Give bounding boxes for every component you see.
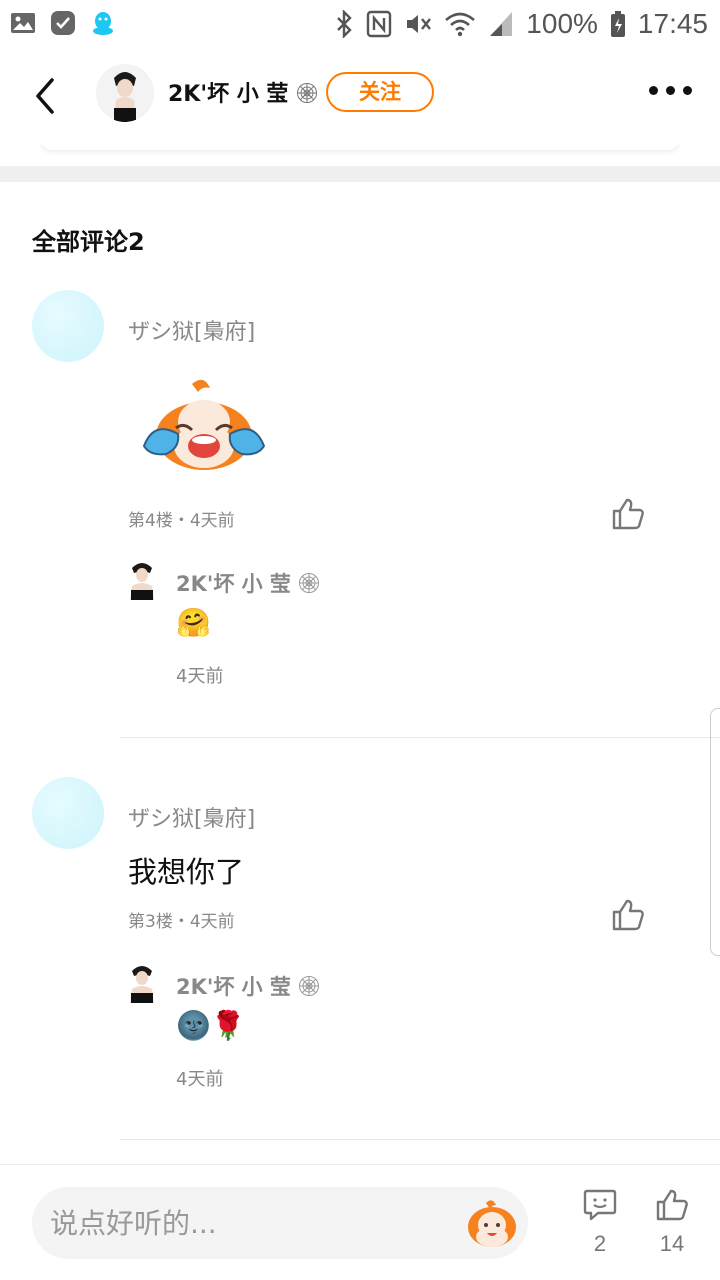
comment-floor-time: 第4楼・4天前 [128, 511, 235, 531]
commenter-avatar[interactable] [32, 777, 104, 849]
comment-separator [120, 1139, 720, 1140]
back-arrow-icon[interactable] [30, 76, 60, 116]
like-icon [656, 1189, 688, 1221]
battery-percent: 100% [526, 8, 598, 39]
commenter-avatar[interactable] [32, 290, 104, 362]
spiderweb-icon [299, 976, 320, 996]
side-drawer-handle[interactable] [710, 708, 720, 956]
mute-icon [407, 15, 432, 33]
comment-floor-time: 第3楼・4天前 [128, 912, 235, 932]
emoji-sticker-icon[interactable] [464, 1195, 520, 1251]
wifi-icon [445, 12, 476, 37]
replier-name[interactable]: 2K'坏 小 莹 [176, 568, 320, 598]
reply-time: 4天前 [176, 1069, 224, 1090]
more-options-icon[interactable] [649, 86, 692, 95]
battery-charging-icon [610, 11, 625, 37]
comment-count-button[interactable]: 2 [570, 1187, 630, 1257]
post-card-edge [40, 138, 680, 150]
like-icon[interactable] [610, 496, 646, 532]
like-count: 14 [659, 1231, 685, 1256]
clock-app-icon [51, 11, 75, 35]
comments-section-title: 全部评论2 [32, 228, 145, 256]
like-icon[interactable] [610, 897, 646, 933]
like-count-button[interactable]: 14 [642, 1187, 702, 1257]
bluetooth-icon [337, 10, 352, 38]
author-name-text: 2K'坏 小 莹 [168, 82, 289, 107]
post-header: 2K'坏 小 莹 关注 [0, 54, 720, 134]
follow-button[interactable]: 关注 [326, 72, 434, 112]
author-avatar[interactable] [96, 64, 154, 122]
spiderweb-icon [297, 83, 318, 103]
replier-name[interactable]: 2K'坏 小 莹 [176, 971, 320, 1001]
author-avatar-image [96, 64, 154, 122]
replier-name-text: 2K'坏 小 莹 [176, 975, 291, 999]
replier-name-text: 2K'坏 小 莹 [176, 572, 291, 596]
gallery-icon [11, 13, 35, 33]
comment-input[interactable] [50, 1187, 450, 1259]
commenter-name[interactable]: ザシ狱[梟府] [128, 314, 255, 346]
comment-separator [120, 737, 720, 738]
section-divider [0, 166, 720, 182]
qq-icon [93, 12, 113, 35]
reply-time: 4天前 [176, 666, 224, 687]
spiderweb-icon [299, 573, 320, 593]
comment-text: 我想你了 [128, 855, 245, 889]
crying-mascot-sticker [142, 379, 266, 470]
author-name[interactable]: 2K'坏 小 莹 [168, 76, 318, 108]
reply-emoji: 🤗 [176, 606, 211, 639]
status-bar: 100% 17:45 [0, 0, 720, 50]
replier-avatar[interactable] [124, 963, 160, 1003]
comment-input-wrapper[interactable] [32, 1187, 528, 1259]
signal-icon [490, 12, 513, 36]
comment-icon [583, 1189, 617, 1221]
comment-count: 2 [593, 1231, 607, 1256]
comment-input-bar: 2 14 [0, 1164, 720, 1280]
replier-avatar[interactable] [124, 560, 160, 600]
commenter-name[interactable]: ザシ狱[梟府] [128, 801, 255, 833]
clock-time: 17:45 [637, 8, 708, 39]
reply-emoji: 🌚🌹 [176, 1009, 246, 1042]
nfc-icon [367, 10, 392, 38]
